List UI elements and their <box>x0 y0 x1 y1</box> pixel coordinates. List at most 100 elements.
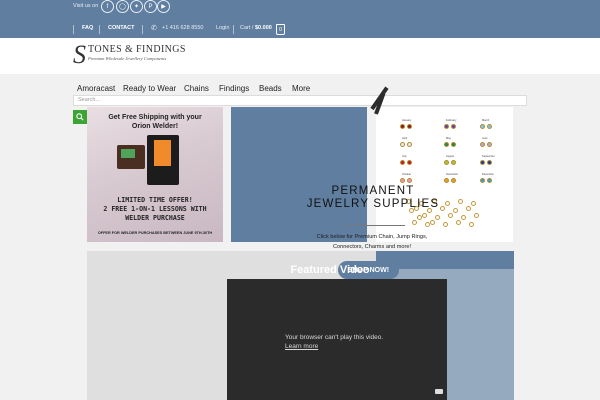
twitter-icon[interactable]: ✦ <box>130 0 143 13</box>
phone-number[interactable]: +1 416 628 8550 <box>162 25 203 31</box>
youtube-logo-icon[interactable] <box>435 389 443 394</box>
top-bar: Visit us on f ◯ ✦ P ▶ FAQ CONTACT ✆ +1 4… <box>0 0 600 38</box>
jump-ring <box>430 220 435 225</box>
birthstone-month-label: November <box>446 173 458 176</box>
jump-ring <box>469 222 474 227</box>
pinterest-icon[interactable]: P <box>144 0 157 13</box>
permanent-title-line-1: PERMANENT <box>331 185 415 197</box>
search-input[interactable]: Search... <box>73 95 527 106</box>
birthstone-month-label: September <box>482 155 495 158</box>
birthstone-connector <box>444 178 449 183</box>
divider <box>73 25 74 34</box>
permanent-jewelry-subtitle: Click below for Premium Chain, Jump Ring… <box>292 232 452 252</box>
jump-ring <box>417 215 422 220</box>
birthstone-connector <box>487 124 492 129</box>
menu-item-findings[interactable]: Findings <box>219 84 249 93</box>
jump-ring <box>412 220 417 225</box>
menu-item-more[interactable]: More <box>292 84 310 93</box>
featured-video-title: Featured Video <box>290 264 370 276</box>
search-icon <box>76 113 84 121</box>
birthstone-month-label: January <box>402 119 412 122</box>
cart-icon[interactable]: 0 <box>276 24 285 35</box>
instagram-icon[interactable]: ◯ <box>116 0 129 13</box>
birthstone-connector <box>480 142 485 147</box>
birthstone-connectors-image[interactable]: January February March April May June July Augu… <box>376 107 513 242</box>
birthstone-connector <box>400 142 405 147</box>
promo-headline-line-1: Get Free Shipping with your <box>108 114 202 121</box>
nav-faq-link[interactable]: FAQ <box>82 25 93 31</box>
promo-headline: Get Free Shipping with your Orion Welder… <box>87 113 223 131</box>
permanent-subtitle-line-1: Click below for Premium Chain, Jump Ring… <box>316 234 428 240</box>
logo-initial[interactable]: S <box>73 40 86 70</box>
jump-ring <box>422 213 427 218</box>
birthstone-connector <box>451 124 456 129</box>
divider <box>142 25 143 34</box>
video-player[interactable]: Your browser can't play this video. Lear… <box>227 279 447 400</box>
phone-icon: ✆ <box>151 25 157 32</box>
cart-label[interactable]: Cart / <box>240 25 253 31</box>
birthstone-connector <box>400 124 405 129</box>
birthstone-connector <box>487 160 492 165</box>
jump-ring <box>474 213 479 218</box>
visit-us-label: Visit us on <box>73 3 99 9</box>
divider <box>233 25 234 34</box>
birthstone-connector <box>400 160 405 165</box>
birthstone-connector <box>407 124 412 129</box>
birthstone-connector <box>480 160 485 165</box>
birthstone-month-label: February <box>446 119 457 122</box>
welder-image-panel <box>154 140 171 166</box>
birthstone-connector <box>444 142 449 147</box>
menu-item-amoracast[interactable]: Amoracast <box>77 84 115 93</box>
promo-headline-line-2: Orion Welder! <box>131 123 179 130</box>
promo-offer-line-3: WELDER PURCHASE <box>125 214 185 222</box>
permanent-jewelry-banner[interactable] <box>231 107 367 242</box>
permanent-jewelry-title: PERMANENT JEWELRY SUPPLIES <box>278 185 468 211</box>
nav-contact-link[interactable]: CONTACT <box>108 25 134 31</box>
birthstone-month-label: April <box>402 137 408 140</box>
birthstone-connector <box>480 178 485 183</box>
permanent-title-line-2: JEWELRY SUPPLIES <box>306 198 440 210</box>
video-error-text: Your browser can't play this video. <box>285 334 384 341</box>
birthstone-connector <box>407 160 412 165</box>
birthstone-connector <box>407 178 412 183</box>
youtube-icon[interactable]: ▶ <box>157 0 170 13</box>
welder-image-screen <box>121 149 135 158</box>
facebook-icon[interactable]: f <box>101 0 114 13</box>
birthstone-month-label: August <box>446 155 455 158</box>
promo-fineprint: OFFER FOR WELDER PURCHASES BETWEEN JUNE … <box>97 231 213 235</box>
divider <box>99 25 100 34</box>
jump-ring <box>443 222 448 227</box>
login-link[interactable]: Login <box>216 25 229 31</box>
cart-total[interactable]: $0.000 <box>255 25 272 31</box>
birthstone-month-label: December <box>482 173 494 176</box>
birthstone-connector <box>400 178 405 183</box>
search-button[interactable] <box>73 110 87 124</box>
birthstone-month-label: March <box>482 119 490 122</box>
jump-ring <box>425 222 430 227</box>
logo-tagline: Premium Wholesale Jewellery Components <box>88 56 167 61</box>
jump-ring <box>435 215 440 220</box>
birthstone-connector <box>451 178 456 183</box>
birthstone-connector <box>444 124 449 129</box>
birthstone-month-label: May <box>446 137 451 140</box>
menu-item-ready-to-wear[interactable]: Ready to Wear <box>123 84 176 93</box>
birthstone-month-label: June <box>482 137 488 140</box>
birthstone-connector <box>480 124 485 129</box>
promo-offer: LIMITED TIME OFFER! 2 FREE 1-ON-1 LESSON… <box>87 196 223 223</box>
birthstone-connector <box>451 160 456 165</box>
promo-offer-line-1: LIMITED TIME OFFER! <box>117 196 193 204</box>
logo-name[interactable]: TONES & FINDINGS <box>88 44 186 55</box>
jump-ring <box>456 220 461 225</box>
birthstone-month-label: July <box>402 155 407 158</box>
site-header: S TONES & FINDINGS Premium Wholesale Jew… <box>0 38 600 74</box>
welder-promo-banner[interactable]: Get Free Shipping with your Orion Welder… <box>87 107 223 242</box>
video-error-message: Your browser can't play this video. Lear… <box>285 333 383 351</box>
menu-item-beads[interactable]: Beads <box>259 84 282 93</box>
birthstone-connector <box>487 178 492 183</box>
birthstone-connector <box>487 142 492 147</box>
title-divider <box>345 225 405 226</box>
birthstone-connector <box>444 160 449 165</box>
jump-ring <box>461 215 466 220</box>
learn-more-link[interactable]: Learn more <box>285 342 383 351</box>
menu-item-chains[interactable]: Chains <box>184 84 209 93</box>
